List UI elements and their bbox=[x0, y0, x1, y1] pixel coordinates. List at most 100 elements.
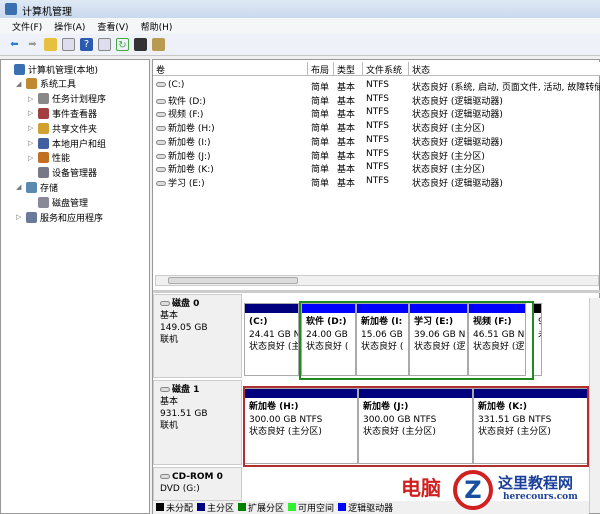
disk-icon bbox=[160, 301, 170, 306]
scrollbar-thumb[interactable] bbox=[168, 277, 298, 284]
extended-partition-highlight bbox=[299, 301, 534, 380]
legend-swatch bbox=[197, 503, 206, 511]
drive-icon bbox=[156, 167, 166, 173]
partition-type-bar bbox=[245, 304, 298, 313]
tree-item-label: 任务计划程序 bbox=[52, 95, 107, 106]
window-title: 计算机管理 bbox=[22, 7, 72, 18]
tree-node-icon bbox=[38, 107, 49, 119]
menu-help[interactable]: 帮助(H) bbox=[141, 20, 173, 34]
back-icon[interactable]: ⬅ bbox=[8, 38, 21, 51]
tree-item[interactable]: ◢ 系统工具 bbox=[16, 77, 76, 91]
expand-arrow-icon[interactable]: ▷ bbox=[28, 109, 35, 117]
settings-icon[interactable] bbox=[152, 38, 165, 51]
up-folder-icon[interactable] bbox=[44, 38, 57, 51]
tree-item[interactable]: ◢ 存储 bbox=[16, 180, 58, 194]
disk-icon bbox=[160, 387, 170, 392]
tree-item[interactable]: ▷ 服务和应用程序 bbox=[16, 210, 103, 224]
tree-item[interactable]: ▷ 事件查看器 bbox=[28, 106, 97, 120]
menu-view[interactable]: 查看(V) bbox=[97, 20, 128, 34]
expand-arrow-icon[interactable]: ▷ bbox=[28, 154, 35, 162]
legend-swatch bbox=[156, 503, 164, 511]
legend-item: 扩展分区 bbox=[238, 501, 284, 514]
disk-name: CD-ROM 0 bbox=[172, 472, 223, 482]
tree-node-icon bbox=[14, 63, 25, 75]
disk-type: 基本 bbox=[160, 311, 179, 321]
table-row[interactable]: (C:) 简单 基本 NTFS 状态良好 (系统, 启动, 页面文件, 活动, 故障转储 bbox=[153, 79, 600, 93]
expand-arrow-icon[interactable]: ▷ bbox=[28, 95, 35, 103]
table-row[interactable]: 新加卷 (H:) 简单 基本 NTFS 状态良好 (主分区) bbox=[153, 120, 600, 134]
tree-node-icon bbox=[38, 122, 49, 134]
col-layout[interactable]: 布局 bbox=[308, 62, 334, 76]
horizontal-scrollbar[interactable] bbox=[155, 275, 599, 286]
refresh-icon[interactable]: ↻ bbox=[116, 38, 129, 51]
expand-arrow-icon[interactable]: ▷ bbox=[28, 124, 35, 132]
menu-bar: 文件(F) 操作(A) 查看(V) 帮助(H) bbox=[0, 18, 600, 34]
tree-item-label: 系统工具 bbox=[40, 80, 77, 91]
tree-item[interactable]: ▷ 任务计划程序 bbox=[28, 92, 106, 106]
disk-label[interactable]: CD-ROM 0 DVD (G:) bbox=[153, 467, 242, 501]
forward-icon[interactable]: ➡ bbox=[26, 38, 39, 51]
tree-item[interactable]: 计算机管理(本地) bbox=[4, 62, 98, 76]
tree-item[interactable]: ▷ 共享文件夹 bbox=[28, 121, 97, 135]
table-cell: 基本 bbox=[337, 178, 356, 189]
table-cell: NTFS bbox=[366, 80, 389, 90]
table-row[interactable]: 学习 (E:) 简单 基本 NTFS 状态良好 (逻辑驱动器) bbox=[153, 175, 600, 189]
partition-status: 状态良好 (主 bbox=[249, 342, 299, 352]
expand-arrow-icon[interactable]: ◢ bbox=[16, 80, 23, 88]
menu-action[interactable]: 操作(A) bbox=[54, 20, 85, 34]
drive-icon bbox=[156, 139, 166, 145]
table-row[interactable]: 新加卷 (I:) 简单 基本 NTFS 状态良好 (逻辑驱动器) bbox=[153, 134, 600, 148]
partition-block[interactable]: (C:) 24.41 GB N 状态良好 (主 bbox=[244, 303, 299, 376]
disk-icon bbox=[160, 474, 170, 479]
legend-item: 未分配 bbox=[156, 501, 193, 514]
col-filesystem[interactable]: 文件系统 bbox=[363, 62, 409, 76]
disk-label[interactable]: 磁盘 0 基本 149.05 GB 联机 bbox=[153, 294, 242, 378]
disk-label[interactable]: 磁盘 1 基本 931.51 GB 联机 bbox=[153, 380, 242, 465]
pane-splitter[interactable] bbox=[153, 290, 600, 293]
tree-item[interactable]: 设备管理器 bbox=[28, 166, 97, 180]
menu-file[interactable]: 文件(F) bbox=[12, 20, 42, 34]
properties-icon[interactable] bbox=[134, 38, 147, 51]
col-type[interactable]: 类型 bbox=[334, 62, 363, 76]
disk1-highlight bbox=[243, 386, 589, 467]
col-volume[interactable]: 卷 bbox=[153, 62, 308, 76]
tree-item[interactable]: ▷ 本地用户和组 bbox=[28, 136, 106, 150]
disk-status: 联机 bbox=[160, 335, 179, 345]
drive-icon bbox=[156, 180, 166, 186]
table-cell: NTFS bbox=[366, 148, 389, 159]
action-pane-icon[interactable] bbox=[98, 38, 111, 51]
tree-item[interactable]: 磁盘管理 bbox=[28, 195, 88, 209]
expand-arrow-icon[interactable]: ▷ bbox=[16, 213, 23, 221]
vertical-scrollbar[interactable] bbox=[589, 298, 600, 513]
disk-type: 基本 bbox=[160, 397, 179, 407]
disk-size: 931.51 GB bbox=[160, 409, 208, 419]
tree-node-icon bbox=[38, 93, 49, 105]
disk-status: 联机 bbox=[160, 421, 179, 431]
table-row[interactable]: 视频 (F:) 简单 基本 NTFS 状态良好 (逻辑驱动器) bbox=[153, 106, 600, 120]
col-status[interactable]: 状态 bbox=[409, 62, 600, 76]
tree-node-icon bbox=[38, 167, 49, 179]
expand-arrow-icon[interactable]: ◢ bbox=[16, 183, 23, 191]
table-cell: NTFS bbox=[366, 134, 389, 145]
partition-block[interactable]: 9未 bbox=[533, 303, 542, 376]
tree-item[interactable]: ▷ 性能 bbox=[28, 151, 70, 165]
tree-node-icon bbox=[26, 211, 37, 223]
legend-item: 可用空间 bbox=[288, 501, 334, 514]
computer-management-icon bbox=[5, 3, 17, 15]
show-hide-tree-icon[interactable] bbox=[62, 38, 75, 51]
tree-node-icon bbox=[26, 181, 37, 193]
tree-item-label: 共享文件夹 bbox=[52, 124, 98, 135]
table-row[interactable]: 软件 (D:) 简单 基本 NTFS 状态良好 (逻辑驱动器) bbox=[153, 93, 600, 107]
tree-item-label: 磁盘管理 bbox=[52, 198, 89, 209]
watermark-site-url: herecours.com bbox=[503, 492, 578, 502]
drive-icon bbox=[156, 82, 166, 87]
legend-swatch bbox=[238, 503, 247, 511]
help-icon[interactable]: ? bbox=[80, 38, 93, 51]
watermark-site-name: 这里教程网 bbox=[498, 474, 574, 492]
disk-name: 磁盘 1 bbox=[172, 385, 200, 395]
table-row[interactable]: 新加卷 (J:) 简单 基本 NTFS 状态良好 (主分区) bbox=[153, 148, 600, 162]
table-row[interactable]: 新加卷 (K:) 简单 基本 NTFS 状态良好 (主分区) bbox=[153, 161, 600, 175]
expand-arrow-icon[interactable]: ▷ bbox=[28, 139, 35, 147]
drive-icon bbox=[156, 98, 166, 104]
tree-item-label: 本地用户和组 bbox=[52, 139, 107, 150]
